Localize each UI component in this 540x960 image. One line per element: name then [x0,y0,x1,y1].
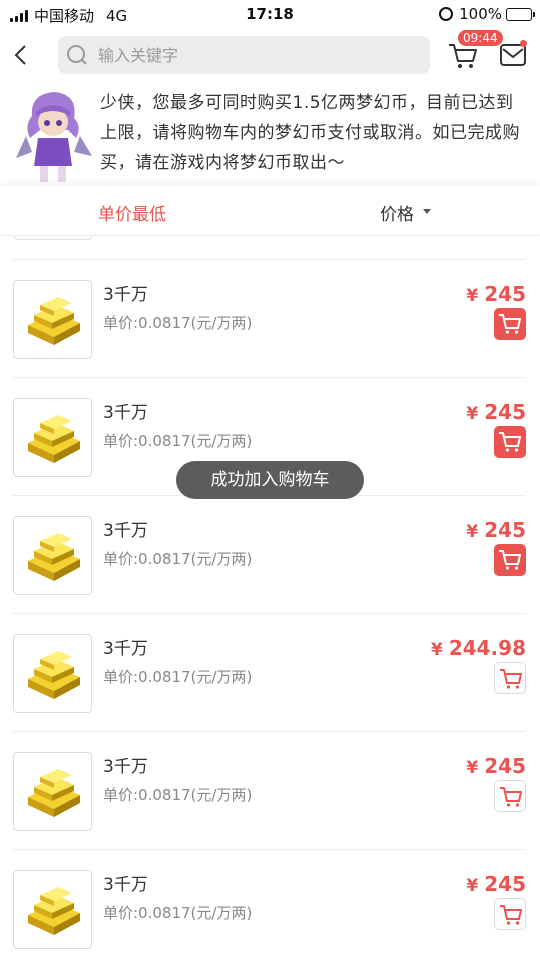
item-title: 3千万 [103,403,148,423]
item-title: 3千万 [103,285,148,305]
top-bar: 09:44 [0,28,540,84]
price-value: 245 [484,872,526,896]
search-icon [67,45,87,65]
search-box[interactable] [58,36,430,74]
item-price: ¥245 [466,754,526,778]
add-to-cart-button[interactable] [494,898,526,930]
list-item[interactable]: 3千万单价:0.0817(元/万两) ¥245 [0,732,540,850]
item-title: 3千万 [103,757,148,777]
add-to-cart-button[interactable] [494,426,526,458]
gold-bar-thumbnail [13,634,92,713]
limit-notice: 少侠，您最多可同时购买1.5亿两梦幻币，目前已达到上限，请将购物车内的梦幻币支付… [0,84,540,188]
unread-dot [520,40,527,47]
add-to-cart-button[interactable] [494,308,526,340]
currency-symbol: ¥ [466,404,479,424]
item-price: ¥245 [466,282,526,306]
gold-bar-thumbnail [13,516,92,595]
item-price: ¥245 [466,518,526,542]
price-value: 245 [484,518,526,542]
sort-price[interactable]: 价格 [380,200,414,225]
cart-icon[interactable] [448,42,478,70]
gold-bar-thumbnail [13,870,92,949]
price-value: 244.98 [448,636,526,660]
item-unit-price: 单价:0.0817(元/万两) [103,550,253,568]
item-price: ¥245 [466,872,526,896]
cart-icon [500,669,522,689]
alarm-icon [439,7,454,21]
back-arrow-icon[interactable] [10,40,34,70]
sort-caret-icon[interactable] [423,209,431,214]
item-title: 3千万 [103,521,148,541]
cart-icon [500,787,522,807]
list-item[interactable]: 3千万单价:0.0817(元/万两) ¥245 [0,260,540,378]
add-to-cart-button[interactable] [494,780,526,812]
item-price: ¥244.98 [431,636,526,660]
notice-text: 少侠，您最多可同时购买1.5亿两梦幻币，目前已达到上限，请将购物车内的梦幻币支付… [100,93,520,173]
item-unit-price: 单价:0.0817(元/万两) [103,904,253,922]
currency-symbol: ¥ [466,286,479,306]
item-unit-price: 单价:0.0817(元/万两) [103,786,253,804]
item-unit-price: 单价:0.0817(元/万两) [103,668,253,686]
product-thumbnail [14,236,92,240]
currency-symbol: ¥ [430,640,443,660]
battery-icon [506,7,535,21]
cart-timer-badge: 09:44 [458,30,503,46]
toast-message: 成功加入购物车 [176,461,364,499]
mascot-avatar [16,92,92,182]
cart-icon [499,314,521,334]
status-bar: 中国移动 4G 17:18 100% [0,0,540,28]
price-value: 245 [484,400,526,424]
gold-bar-thumbnail [13,280,92,359]
item-title: 3千万 [103,639,148,659]
product-list: 3千万 单价:0.0817(元/万两) ¥245 3千万 单价:0.0817(元/万两)… [0,236,540,960]
currency-symbol: ¥ [466,876,479,896]
search-input[interactable] [98,36,418,74]
sort-unit-price-low[interactable]: 单价最低 [98,200,166,225]
item-unit-price: 单价:0.0817(元/万两) [103,314,253,332]
gold-bar-thumbnail [13,752,92,831]
gold-bar-thumbnail [13,398,92,477]
item-price: ¥245 [466,400,526,424]
list-item[interactable]: 3千万单价:0.0817(元/万两) ¥245 [0,850,540,960]
price-value: 245 [484,754,526,778]
item-unit-price: 单价:0.0817(元/万两) [103,432,253,450]
add-to-cart-button[interactable] [494,544,526,576]
add-to-cart-button[interactable] [494,662,526,694]
cart-icon [500,905,522,925]
currency-symbol: ¥ [466,758,479,778]
cart-icon [499,550,521,570]
price-value: 245 [484,282,526,306]
battery-percent: 100% [459,5,502,23]
sort-bar: 单价最低 价格 [0,186,540,236]
list-item[interactable]: 3千万单价:0.0817(元/万两) ¥245 [0,496,540,614]
currency-symbol: ¥ [466,522,479,542]
cart-icon [499,432,521,452]
list-item[interactable]: 3千万单价:0.0817(元/万两) ¥244.98 [0,614,540,732]
message-icon[interactable] [500,44,526,66]
item-title: 3千万 [103,875,148,895]
